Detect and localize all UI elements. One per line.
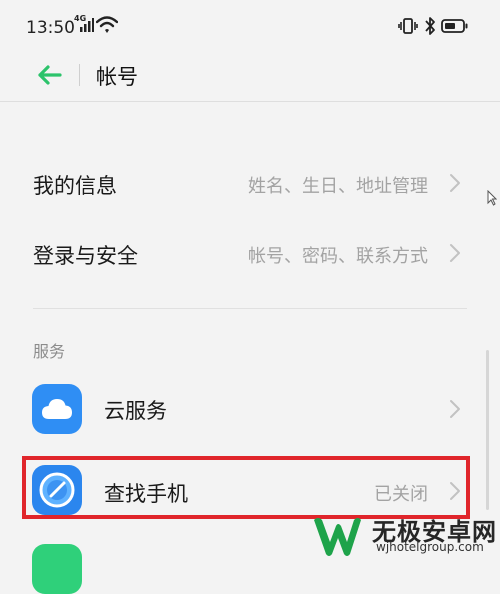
- wifi-icon: [96, 16, 118, 33]
- status-bar: 13:50 4G: [0, 0, 500, 56]
- login-security-label: 登录与安全: [33, 244, 138, 268]
- my-info-label: 我的信息: [33, 174, 117, 198]
- cloud-service-label: 云服务: [104, 399, 167, 423]
- back-button[interactable]: [34, 60, 64, 90]
- watermark-url: wjhotelgroup.com: [376, 540, 484, 554]
- header-bottom-divider: [0, 101, 500, 102]
- mouse-cursor-icon: [487, 190, 497, 206]
- vibrate-icon: [398, 18, 418, 34]
- highlight-box: [22, 456, 470, 519]
- next-app-icon: [32, 544, 82, 594]
- my-info-row[interactable]: 我的信息 姓名、生日、地址管理: [0, 158, 500, 210]
- page-title: 帐号: [96, 65, 138, 89]
- chevron-right-icon: [450, 400, 460, 418]
- login-security-row[interactable]: 登录与安全 帐号、密码、联系方式: [0, 228, 500, 280]
- header-divider: [79, 64, 80, 86]
- scrollbar[interactable]: [486, 350, 489, 510]
- services-section-label: 服务: [33, 342, 66, 361]
- my-info-hint: 姓名、生日、地址管理: [248, 176, 428, 197]
- cloud-icon: [32, 384, 82, 434]
- signal-icon: [80, 18, 94, 32]
- arrow-left-icon: [38, 65, 62, 85]
- section-divider: [33, 308, 467, 309]
- chevron-right-icon: [450, 244, 460, 262]
- chevron-right-icon: [450, 174, 460, 192]
- app-header: 帐号: [0, 56, 500, 98]
- status-time: 13:50: [26, 18, 75, 38]
- watermark-logo-icon: [314, 518, 361, 556]
- battery-icon: [441, 19, 468, 33]
- cloud-service-row[interactable]: 云服务: [0, 378, 500, 440]
- bluetooth-icon: [425, 17, 435, 35]
- login-security-hint: 帐号、密码、联系方式: [248, 246, 428, 267]
